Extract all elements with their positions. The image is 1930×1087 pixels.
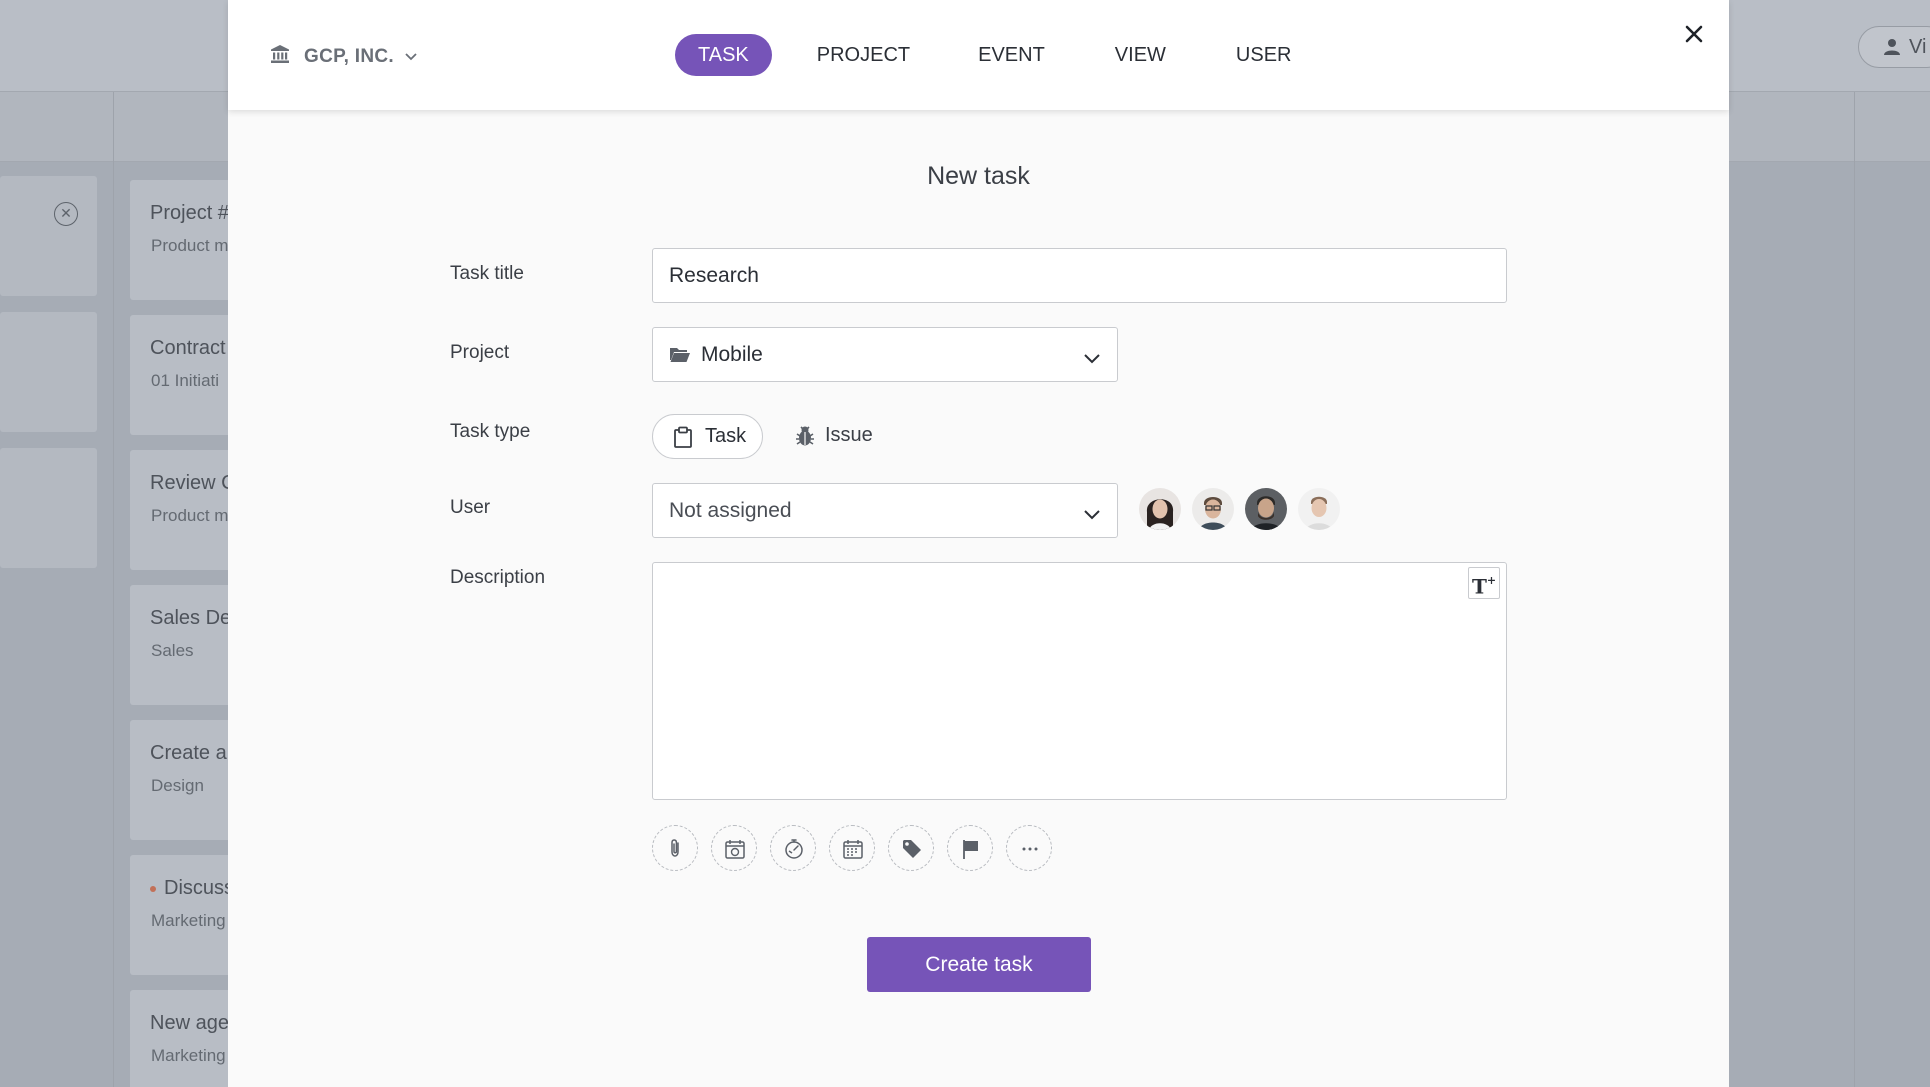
tab-view[interactable]: VIEW xyxy=(1092,34,1189,76)
background-card-subtitle: 01 Initiati xyxy=(151,371,220,390)
text-format-icon: T xyxy=(1471,574,1487,599)
background-card: Review C Product m xyxy=(130,450,240,570)
more-options-button[interactable] xyxy=(1006,825,1052,871)
flag-icon xyxy=(963,840,978,859)
chevron-down-icon xyxy=(1083,347,1101,371)
close-button[interactable] xyxy=(1680,20,1708,48)
background-card-title: New age xyxy=(150,1012,229,1034)
avatar[interactable] xyxy=(1139,488,1181,530)
create-type-tabs: TASK PROJECT EVENT VIEW USER xyxy=(675,34,1337,76)
avatar[interactable] xyxy=(1192,488,1234,530)
background-card-title: Review C xyxy=(150,472,236,494)
more-icon xyxy=(1022,847,1038,851)
background-card-title: Project # xyxy=(150,202,229,224)
background-card-title: Create a xyxy=(150,742,227,764)
modal-header: GCP, INC. TASK PROJECT EVENT VIEW USER xyxy=(228,0,1729,110)
description-textarea[interactable]: T+ xyxy=(652,562,1507,800)
project-select[interactable]: Mobile xyxy=(652,327,1118,382)
background-left-card xyxy=(0,176,97,296)
background-card: Create a Design xyxy=(130,720,240,840)
background-left-card xyxy=(0,312,97,432)
background-card: New age Marketing xyxy=(130,990,240,1087)
new-item-modal: GCP, INC. TASK PROJECT EVENT VIEW USER N… xyxy=(228,0,1729,1087)
background-divider xyxy=(1854,162,1855,1087)
tab-user[interactable]: USER xyxy=(1213,34,1315,76)
background-card-title: Sales De xyxy=(150,607,232,629)
avatar[interactable] xyxy=(1245,488,1287,530)
tab-project[interactable]: PROJECT xyxy=(794,34,933,76)
priority-button[interactable] xyxy=(947,825,993,871)
stopwatch-icon xyxy=(785,839,803,859)
time-estimate-button[interactable] xyxy=(770,825,816,871)
chevron-down-icon xyxy=(1083,503,1101,527)
background-card: Sales De Sales xyxy=(130,585,240,705)
background-card: Discuss Marketing xyxy=(130,855,240,975)
modal-title: New task xyxy=(927,162,1030,190)
task-title-label: Task title xyxy=(450,263,524,284)
task-title-input[interactable]: Research xyxy=(652,248,1507,303)
calendar-repeat-icon xyxy=(725,840,745,859)
avatar[interactable] xyxy=(1298,488,1340,530)
recurring-date-button[interactable] xyxy=(711,825,757,871)
background-close-circle-icon: ✕ xyxy=(54,202,78,226)
project-value: Mobile xyxy=(701,343,763,366)
background-card-subtitle: Design xyxy=(151,776,204,795)
create-task-button[interactable]: Create task xyxy=(867,937,1091,992)
tab-task[interactable]: TASK xyxy=(675,34,772,76)
due-date-button[interactable] xyxy=(829,825,875,871)
description-label: Description xyxy=(450,567,546,588)
text-format-button[interactable]: T+ xyxy=(1468,567,1500,599)
background-card-subtitle: Marketing xyxy=(151,911,226,930)
task-type-label: Task type xyxy=(450,421,531,442)
close-icon xyxy=(1685,25,1703,43)
task-type-issue-label: Issue xyxy=(825,424,873,446)
background-card-subtitle: Product m xyxy=(151,236,229,255)
background-left-card xyxy=(0,448,97,568)
background-view-label: Vi xyxy=(1909,36,1927,58)
user-label: User xyxy=(450,497,491,518)
calendar-icon xyxy=(843,840,863,859)
chevron-down-icon xyxy=(404,46,418,68)
task-title-value: Research xyxy=(669,264,759,287)
task-type-task-option[interactable]: Task xyxy=(652,414,763,459)
project-label: Project xyxy=(450,342,510,363)
bug-icon xyxy=(793,425,817,452)
background-card: Contract 01 Initiati xyxy=(130,315,240,435)
folder-icon xyxy=(669,346,691,370)
background-divider xyxy=(113,162,114,1087)
task-type-task-label: Task xyxy=(705,425,747,447)
tag-button[interactable] xyxy=(888,825,934,871)
background-card-subtitle: Marketing xyxy=(151,1046,226,1065)
background-card-title: Contract xyxy=(150,337,226,359)
bank-icon xyxy=(270,44,290,70)
clipboard-icon xyxy=(673,426,693,453)
user-select[interactable]: Not assigned xyxy=(652,483,1118,538)
paperclip-icon xyxy=(671,839,679,857)
tab-event[interactable]: EVENT xyxy=(955,34,1068,76)
background-view-button: Vi xyxy=(1858,26,1930,68)
org-name: GCP, INC. xyxy=(304,46,394,67)
background-card-subtitle: Sales xyxy=(151,641,194,660)
task-type-issue-option[interactable]: Issue xyxy=(783,414,883,459)
background-card-title: Discuss xyxy=(164,877,235,899)
org-switcher[interactable]: GCP, INC. xyxy=(270,44,418,70)
attach-button[interactable] xyxy=(652,825,698,871)
background-card-subtitle: Product m xyxy=(151,506,229,525)
user-value: Not assigned xyxy=(669,499,792,522)
user-icon xyxy=(1883,38,1901,62)
status-dot xyxy=(150,886,156,892)
background-card: Project # Product m xyxy=(130,180,240,300)
tag-icon xyxy=(903,840,921,858)
